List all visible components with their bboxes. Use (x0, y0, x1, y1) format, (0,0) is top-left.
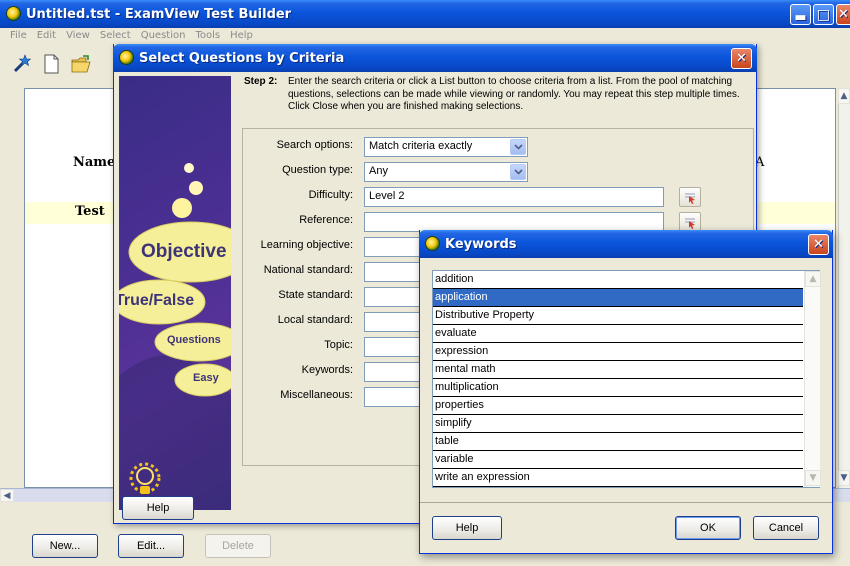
difficulty-field[interactable]: Level 2 (364, 187, 664, 207)
chevron-down-icon[interactable] (510, 139, 526, 155)
keywords-separator (420, 502, 832, 503)
keywords-cancel-button[interactable]: Cancel (753, 516, 819, 540)
main-title-bar[interactable]: Untitled.tst - ExamView Test Builder ▬ □… (0, 0, 850, 28)
toolbar (10, 53, 92, 75)
reference-list-button[interactable] (679, 212, 701, 232)
difficulty-list-button[interactable] (679, 187, 701, 207)
question-type-value: Any (369, 165, 388, 177)
scroll-left-icon[interactable]: ◀ (0, 489, 14, 502)
state-standard-label: State standard: (278, 289, 353, 301)
document-name-label: Name (73, 155, 116, 170)
edit-button[interactable]: Edit... (118, 534, 184, 558)
miscellaneous-label: Miscellaneous: (280, 389, 353, 401)
close-icon: ✕ (736, 51, 747, 66)
national-standard-label: National standard: (263, 264, 353, 276)
menu-file[interactable]: File (10, 30, 27, 46)
step-label: Step 2: (244, 76, 278, 87)
close-icon: ✕ (813, 237, 824, 252)
topic-label: Topic: (324, 339, 353, 351)
step-instructions: Enter the search criteria or click a Lis… (288, 76, 740, 112)
keywords-close-button[interactable]: ✕ (808, 234, 829, 255)
keyword-item[interactable]: addition (433, 271, 803, 289)
keyword-item[interactable]: expression (433, 343, 803, 361)
delete-button[interactable]: Delete (205, 534, 271, 558)
select-questions-help-button[interactable]: Help (122, 496, 194, 520)
list-picker-icon (685, 218, 695, 229)
keyword-item[interactable]: mental math (433, 361, 803, 379)
learning-objective-label: Learning objective: (260, 239, 353, 251)
reference-field[interactable] (364, 212, 664, 232)
keyword-item[interactable]: evaluate (433, 325, 803, 343)
select-questions-title: Select Questions by Criteria (139, 50, 345, 66)
keywords-list[interactable]: addition application Distributive Proper… (432, 270, 821, 488)
keyword-item[interactable]: variable (433, 451, 803, 469)
wand-icon[interactable] (10, 53, 32, 75)
keyword-item[interactable]: write an expression (433, 469, 803, 487)
select-questions-title-bar[interactable]: Select Questions by Criteria ✕ (113, 44, 757, 72)
keywords-help-button[interactable]: Help (432, 516, 502, 540)
main-close-button[interactable]: ✕ (836, 4, 850, 25)
minimize-button[interactable]: ▬ (790, 4, 811, 25)
scroll-down-icon[interactable]: ▼ (805, 470, 821, 486)
scroll-up-icon[interactable]: ▲ (838, 88, 850, 104)
difficulty-label: Difficulty: (308, 189, 353, 201)
question-type-label: Question type: (282, 164, 353, 176)
open-folder-icon[interactable] (70, 53, 92, 75)
maximize-button[interactable]: □ (813, 4, 834, 25)
keywords-dialog-icon (425, 236, 440, 251)
new-button[interactable]: New... (32, 534, 98, 558)
select-questions-close-button[interactable]: ✕ (731, 48, 752, 69)
menu-view[interactable]: View (66, 30, 90, 46)
scroll-down-icon[interactable]: ▼ (838, 470, 850, 486)
keywords-label: Keywords: (301, 364, 353, 376)
search-options-select[interactable]: Match criteria exactly (364, 137, 528, 157)
reference-label: Reference: (299, 214, 353, 226)
keyword-item[interactable]: simplify (433, 415, 803, 433)
search-options-label: Search options: (276, 139, 353, 151)
question-type-select[interactable]: Any (364, 162, 528, 182)
scroll-up-icon[interactable]: ▲ (805, 271, 821, 287)
app-icon (6, 6, 21, 21)
keyword-item[interactable]: table (433, 433, 803, 451)
menu-edit[interactable]: Edit (37, 30, 56, 46)
maximize-icon: □ (816, 6, 831, 23)
keyword-item[interactable]: properties (433, 397, 803, 415)
keyword-item[interactable]: multiplication (433, 379, 803, 397)
keyword-item[interactable]: Distributive Property (433, 307, 803, 325)
chevron-down-icon[interactable] (510, 164, 526, 180)
art-true-false-label: True/False (119, 292, 195, 309)
search-options-value: Match criteria exactly (369, 140, 473, 152)
keyword-item-selected[interactable]: application (433, 289, 803, 307)
keywords-title: Keywords (445, 236, 517, 252)
keywords-dialog: Keywords ✕ addition application Distribu… (419, 230, 833, 554)
minimize-icon: ▬ (794, 10, 807, 25)
keywords-ok-button[interactable]: OK (675, 516, 741, 540)
close-icon: ✕ (838, 7, 849, 22)
local-standard-label: Local standard: (277, 314, 353, 326)
dialog-app-icon (119, 50, 134, 65)
list-picker-icon (685, 193, 695, 204)
main-window-title: Untitled.tst - ExamView Test Builder (26, 6, 292, 22)
keywords-title-bar[interactable]: Keywords ✕ (419, 230, 833, 258)
keywords-scrollbar[interactable]: ▲ ▼ (804, 271, 821, 487)
document-test-label: Test (75, 204, 105, 219)
document-vertical-scrollbar[interactable]: ▲ ▼ (838, 88, 850, 488)
new-document-icon[interactable] (40, 53, 62, 75)
